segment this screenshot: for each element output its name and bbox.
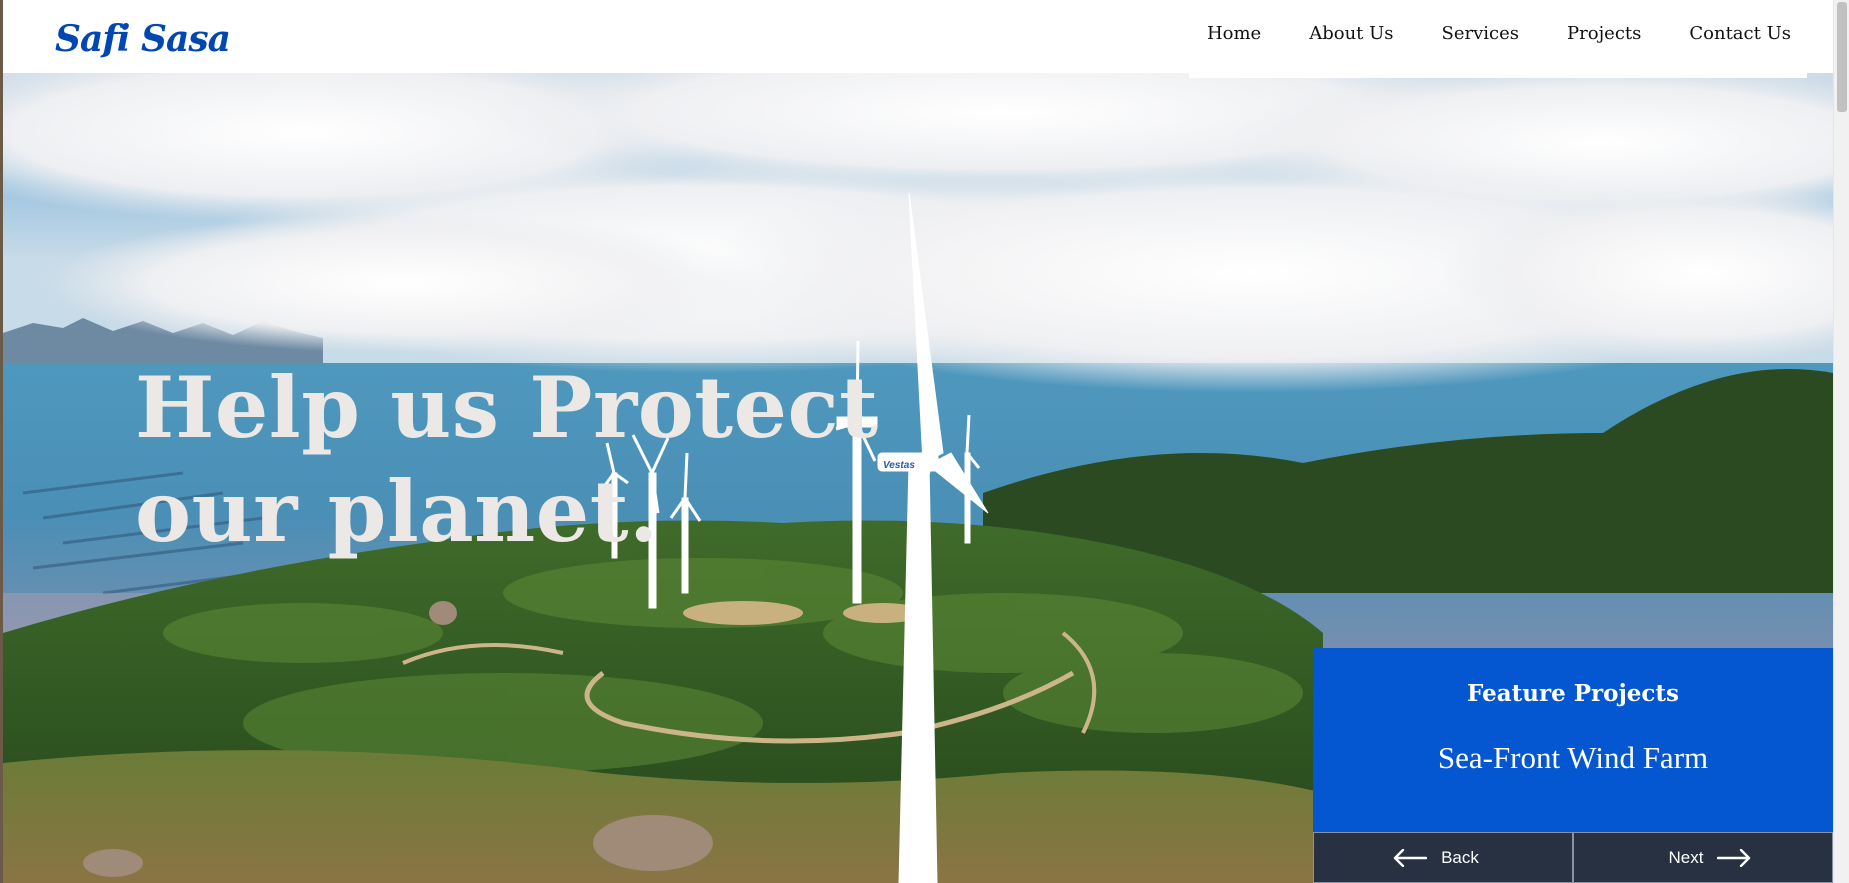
hero-headline-line-2: our planet. (135, 462, 659, 561)
page: Vestas Safi Sasa Home About Us Services … (0, 0, 1849, 883)
back-button-label: Back (1441, 847, 1479, 867)
feature-nav: Back Next (1313, 832, 1833, 883)
back-button[interactable]: Back (1313, 832, 1573, 883)
site-logo[interactable]: Safi Sasa (55, 18, 231, 60)
scrollbar-thumb[interactable] (1837, 2, 1847, 112)
hero-headline: Help us Protect our planet. (135, 356, 878, 564)
hero-headline-line-1: Help us Protect (135, 358, 879, 457)
arrow-right-icon (1717, 848, 1751, 867)
nav-home[interactable]: Home (1207, 23, 1261, 44)
feature-projects-card: Feature Projects Sea-Front Wind Farm (1313, 648, 1833, 832)
nav-about-us[interactable]: About Us (1309, 23, 1393, 44)
page-scrollbar[interactable] (1833, 0, 1849, 883)
vestas-mark: Vestas (883, 460, 915, 471)
feature-project-name[interactable]: Sea-Front Wind Farm (1313, 740, 1833, 776)
nav-contact-us[interactable]: Contact Us (1689, 23, 1791, 44)
nav-projects[interactable]: Projects (1567, 23, 1641, 44)
nav-services[interactable]: Services (1442, 23, 1519, 44)
main-nav: Home About Us Services Projects Contact … (1188, 0, 1807, 78)
site-header: Safi Sasa Home About Us Services Project… (0, 0, 1833, 78)
next-button[interactable]: Next (1573, 832, 1833, 883)
next-button-label: Next (1668, 847, 1704, 867)
arrow-left-icon (1393, 848, 1428, 867)
feature-title: Feature Projects (1467, 680, 1679, 707)
left-edge (0, 0, 3, 883)
